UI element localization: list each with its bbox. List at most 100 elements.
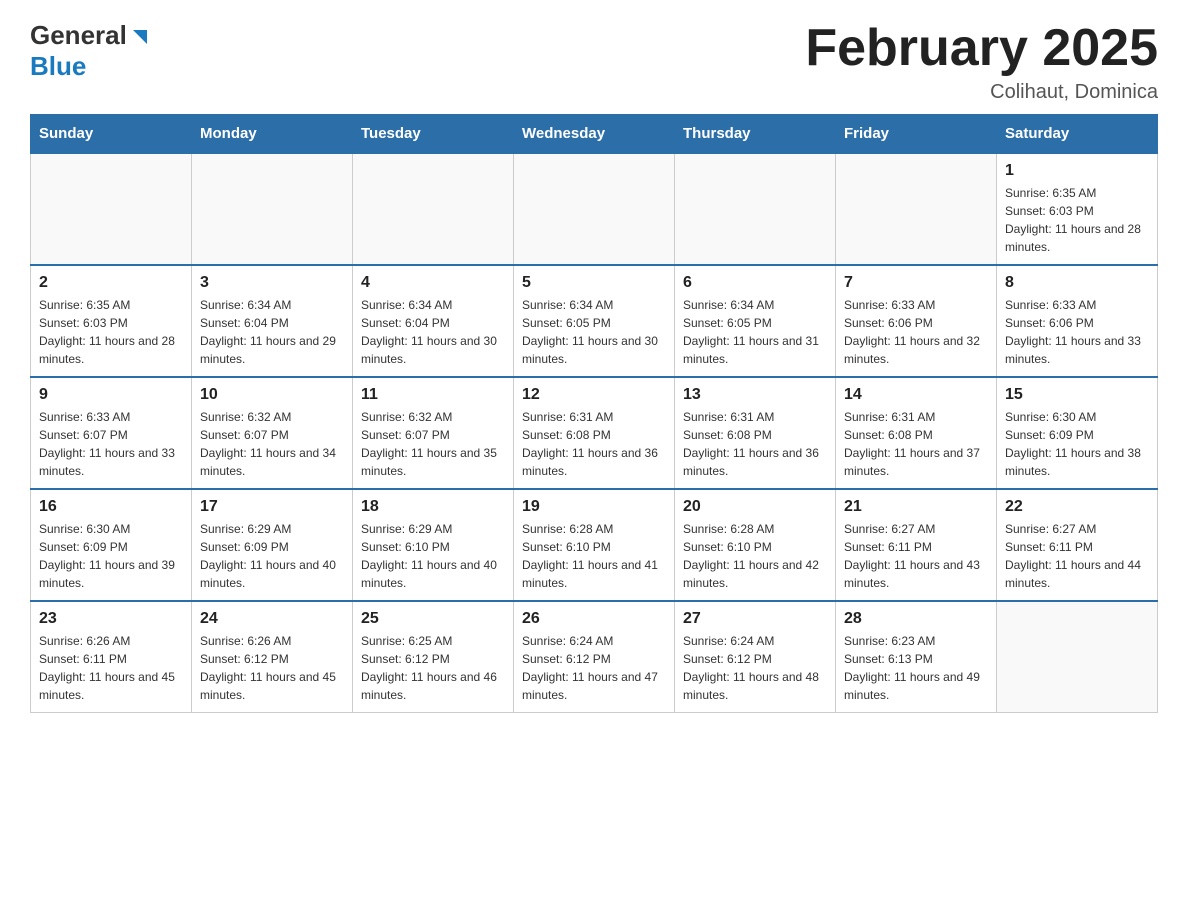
logo: General Blue: [30, 20, 151, 82]
day-number: 13: [683, 386, 827, 404]
day-info: Sunrise: 6:32 AM Sunset: 6:07 PM Dayligh…: [200, 408, 344, 480]
calendar-cell: [192, 153, 353, 265]
day-info: Sunrise: 6:31 AM Sunset: 6:08 PM Dayligh…: [522, 408, 666, 480]
calendar-cell: 15 Sunrise: 6:30 AM Sunset: 6:09 PM Dayli…: [997, 377, 1158, 489]
day-info: Sunrise: 6:28 AM Sunset: 6:10 PM Dayligh…: [522, 520, 666, 592]
calendar-cell: 1 Sunrise: 6:35 AM Sunset: 6:03 PM Daylig…: [997, 153, 1158, 265]
calendar-cell: 6 Sunrise: 6:34 AM Sunset: 6:05 PM Daylig…: [675, 265, 836, 377]
calendar-cell: 5 Sunrise: 6:34 AM Sunset: 6:05 PM Daylig…: [514, 265, 675, 377]
calendar-cell: 8 Sunrise: 6:33 AM Sunset: 6:06 PM Daylig…: [997, 265, 1158, 377]
calendar-week-row: 1 Sunrise: 6:35 AM Sunset: 6:03 PM Daylig…: [31, 153, 1158, 265]
day-number: 2: [39, 274, 183, 292]
day-info: Sunrise: 6:23 AM Sunset: 6:13 PM Dayligh…: [844, 632, 988, 704]
day-info: Sunrise: 6:25 AM Sunset: 6:12 PM Dayligh…: [361, 632, 505, 704]
day-info: Sunrise: 6:24 AM Sunset: 6:12 PM Dayligh…: [683, 632, 827, 704]
day-info: Sunrise: 6:26 AM Sunset: 6:12 PM Dayligh…: [200, 632, 344, 704]
calendar-cell: 9Sunrise: 6:33 AM Sunset: 6:07 PM Daylig…: [31, 377, 192, 489]
calendar-week-row: 16Sunrise: 6:30 AM Sunset: 6:09 PM Dayli…: [31, 489, 1158, 601]
weekday-header-tuesday: Tuesday: [353, 115, 514, 154]
calendar-cell: 2 Sunrise: 6:35 AM Sunset: 6:03 PM Daylig…: [31, 265, 192, 377]
day-info: Sunrise: 6:35 AM Sunset: 6:03 PM Dayligh…: [1005, 184, 1149, 256]
day-info: Sunrise: 6:34 AM Sunset: 6:05 PM Dayligh…: [522, 296, 666, 368]
day-number: 3: [200, 274, 344, 292]
day-info: Sunrise: 6:29 AM Sunset: 6:09 PM Dayligh…: [200, 520, 344, 592]
calendar-header-row: SundayMondayTuesdayWednesdayThursdayFrid…: [31, 115, 1158, 154]
calendar-table: SundayMondayTuesdayWednesdayThursdayFrid…: [30, 114, 1158, 713]
weekday-header-monday: Monday: [192, 115, 353, 154]
logo-blue: Blue: [30, 51, 86, 81]
day-number: 4: [361, 274, 505, 292]
day-number: 7: [844, 274, 988, 292]
day-number: 27: [683, 610, 827, 628]
day-number: 23: [39, 610, 183, 628]
day-info: Sunrise: 6:31 AM Sunset: 6:08 PM Dayligh…: [683, 408, 827, 480]
day-number: 22: [1005, 498, 1149, 516]
calendar-cell: 26 Sunrise: 6:24 AM Sunset: 6:12 PM Dayli…: [514, 601, 675, 713]
day-info: Sunrise: 6:27 AM Sunset: 6:11 PM Dayligh…: [1005, 520, 1149, 592]
day-number: 28: [844, 610, 988, 628]
day-number: 25: [361, 610, 505, 628]
day-number: 19: [522, 498, 666, 516]
calendar-cell: 25 Sunrise: 6:25 AM Sunset: 6:12 PM Dayli…: [353, 601, 514, 713]
day-number: 9: [39, 386, 183, 404]
month-title: February 2025: [805, 20, 1158, 77]
day-info: Sunrise: 6:28 AM Sunset: 6:10 PM Dayligh…: [683, 520, 827, 592]
calendar-cell: [353, 153, 514, 265]
day-info: Sunrise: 6:35 AM Sunset: 6:03 PM Dayligh…: [39, 296, 183, 368]
calendar-week-row: 2 Sunrise: 6:35 AM Sunset: 6:03 PM Daylig…: [31, 265, 1158, 377]
day-info: Sunrise: 6:30 AM Sunset: 6:09 PM Dayligh…: [1005, 408, 1149, 480]
day-number: 8: [1005, 274, 1149, 292]
day-number: 1: [1005, 162, 1149, 180]
day-number: 14: [844, 386, 988, 404]
calendar-cell: 24 Sunrise: 6:26 AM Sunset: 6:12 PM Dayli…: [192, 601, 353, 713]
calendar-cell: [997, 601, 1158, 713]
calendar-cell: 11Sunrise: 6:32 AM Sunset: 6:07 PM Dayli…: [353, 377, 514, 489]
location-title: Colihaut, Dominica: [805, 81, 1158, 104]
day-number: 21: [844, 498, 988, 516]
calendar-cell: 27 Sunrise: 6:24 AM Sunset: 6:12 PM Dayli…: [675, 601, 836, 713]
calendar-cell: [514, 153, 675, 265]
calendar-week-row: 9Sunrise: 6:33 AM Sunset: 6:07 PM Daylig…: [31, 377, 1158, 489]
logo-text: General Blue: [30, 20, 151, 82]
weekday-header-sunday: Sunday: [31, 115, 192, 154]
logo-triangle-icon: [129, 26, 151, 48]
page-header: General Blue February 2025 Colihaut, Dom…: [30, 20, 1158, 104]
calendar-cell: [31, 153, 192, 265]
calendar-cell: 18 Sunrise: 6:29 AM Sunset: 6:10 PM Dayli…: [353, 489, 514, 601]
day-info: Sunrise: 6:34 AM Sunset: 6:04 PM Dayligh…: [361, 296, 505, 368]
day-number: 18: [361, 498, 505, 516]
day-info: Sunrise: 6:29 AM Sunset: 6:10 PM Dayligh…: [361, 520, 505, 592]
day-number: 15: [1005, 386, 1149, 404]
calendar-cell: 14Sunrise: 6:31 AM Sunset: 6:08 PM Dayli…: [836, 377, 997, 489]
calendar-cell: 4 Sunrise: 6:34 AM Sunset: 6:04 PM Daylig…: [353, 265, 514, 377]
calendar-cell: 16Sunrise: 6:30 AM Sunset: 6:09 PM Dayli…: [31, 489, 192, 601]
calendar-cell: [675, 153, 836, 265]
weekday-header-saturday: Saturday: [997, 115, 1158, 154]
day-number: 24: [200, 610, 344, 628]
calendar-cell: 22 Sunrise: 6:27 AM Sunset: 6:11 PM Dayli…: [997, 489, 1158, 601]
day-number: 5: [522, 274, 666, 292]
day-info: Sunrise: 6:27 AM Sunset: 6:11 PM Dayligh…: [844, 520, 988, 592]
day-info: Sunrise: 6:33 AM Sunset: 6:06 PM Dayligh…: [1005, 296, 1149, 368]
calendar-cell: 20Sunrise: 6:28 AM Sunset: 6:10 PM Dayli…: [675, 489, 836, 601]
calendar-cell: 21 Sunrise: 6:27 AM Sunset: 6:11 PM Dayli…: [836, 489, 997, 601]
day-number: 10: [200, 386, 344, 404]
calendar-cell: 17Sunrise: 6:29 AM Sunset: 6:09 PM Dayli…: [192, 489, 353, 601]
weekday-header-friday: Friday: [836, 115, 997, 154]
day-info: Sunrise: 6:34 AM Sunset: 6:04 PM Dayligh…: [200, 296, 344, 368]
day-number: 16: [39, 498, 183, 516]
calendar-cell: 3 Sunrise: 6:34 AM Sunset: 6:04 PM Daylig…: [192, 265, 353, 377]
calendar-cell: 13 Sunrise: 6:31 AM Sunset: 6:08 PM Dayli…: [675, 377, 836, 489]
weekday-header-wednesday: Wednesday: [514, 115, 675, 154]
calendar-cell: 12 Sunrise: 6:31 AM Sunset: 6:08 PM Dayli…: [514, 377, 675, 489]
day-info: Sunrise: 6:24 AM Sunset: 6:12 PM Dayligh…: [522, 632, 666, 704]
day-number: 12: [522, 386, 666, 404]
calendar-cell: 10 Sunrise: 6:32 AM Sunset: 6:07 PM Dayli…: [192, 377, 353, 489]
day-number: 26: [522, 610, 666, 628]
day-info: Sunrise: 6:26 AM Sunset: 6:11 PM Dayligh…: [39, 632, 183, 704]
day-number: 11: [361, 386, 505, 404]
day-info: Sunrise: 6:34 AM Sunset: 6:05 PM Dayligh…: [683, 296, 827, 368]
calendar-cell: 7Sunrise: 6:33 AM Sunset: 6:06 PM Daylig…: [836, 265, 997, 377]
title-block: February 2025 Colihaut, Dominica: [805, 20, 1158, 104]
day-number: 6: [683, 274, 827, 292]
